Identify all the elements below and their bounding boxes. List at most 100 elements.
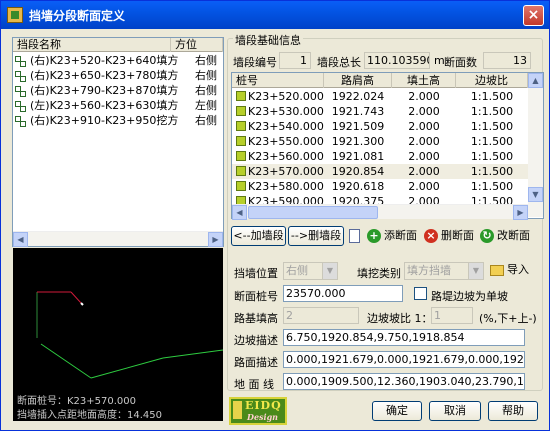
segment-item[interactable]: (右)K23+910-K23+950挖方 右侧 [15,114,221,128]
preview-station-text: 断面桩号：K23+570.000 [17,396,137,407]
segment-name: (右)K23+910-K23+950挖方 [30,114,179,127]
segment-item[interactable]: (右)K23+520-K23+640填方 右侧 [15,54,221,68]
table-cell: 1:1.500 [470,120,514,133]
segment-icon [15,71,26,82]
table-cell: 2.000 [408,180,440,193]
table-row[interactable]: K23+560.000 1921.081 2.000 1:1.500 [232,149,528,164]
row-marker-icon [236,166,246,176]
col-station[interactable]: 桩号 [232,73,324,88]
table-cell: K23+560.000 [248,150,324,163]
dialog-window: 挡墙分段断面定义 × 挡段名称 方位 (右)K23+520-K23+640填方右… [0,0,550,431]
scroll-up-icon[interactable]: ▲ [528,73,543,88]
segment-icon [15,56,26,67]
scroll-right-icon[interactable]: ▶ [513,205,528,220]
ground-line-input[interactable]: 0.000,1909.500,12.360,1903.040,23.790,19… [283,373,525,390]
segment-name: (右)K23+650-K23+780填方 [30,69,179,82]
scroll-right-icon[interactable]: ▶ [208,232,223,247]
table-hscroll[interactable]: ◀ ▶ [232,204,528,220]
table-cell: 1921.300 [331,135,385,148]
help-button[interactable]: 帮助 [488,401,538,421]
logo: EIDQ Design [229,397,287,425]
row-marker-icon [236,181,246,191]
document-icon[interactable] [349,229,360,243]
scroll-left-icon[interactable]: ◀ [232,205,247,220]
row-marker-icon [236,106,246,116]
window-title: 挡墙分段断面定义 [29,8,126,23]
table-cell: 2.000 [408,150,440,163]
col-side[interactable]: 方位 [171,38,223,52]
segment-item[interactable]: (左)K23+560-K23+630填方 左侧 [15,99,221,113]
slope-ratio-input: 1 [431,307,473,324]
table-cell: 1:1.500 [470,180,514,193]
wall-pos-value: 右侧 [286,264,308,277]
segment-side: 左侧 [195,99,217,112]
section-count-field: 13 [483,52,531,69]
ok-button[interactable]: 确定 [372,401,422,421]
station-label: 断面桩号 [234,290,278,303]
road-desc-input[interactable]: 0.000,1921.679,0.000,1921.679,0.000,1921… [283,351,525,368]
row-marker-icon [236,91,246,101]
delete-section-button[interactable]: × 删断面 [424,226,474,246]
table-row[interactable]: K23+580.000 1920.618 2.000 1:1.500 [232,179,528,194]
slope-desc-input[interactable]: 6.750,1920.854,9.750,1918.854 [283,329,525,346]
close-button[interactable]: × [523,5,544,26]
segment-item[interactable]: (右)K23+650-K23+780填方 右侧 [15,69,221,83]
scroll-thumb[interactable] [248,206,378,219]
table-cell: K23+530.000 [248,105,324,118]
table-cell: 1:1.500 [470,165,514,178]
cut-fill-value: 填方挡墙 [407,264,451,277]
logo-subtext: Design [247,412,278,422]
table-row[interactable]: K23+550.000 1921.300 2.000 1:1.500 [232,134,528,149]
single-slope-checkbox[interactable] [414,287,427,300]
table-cell: 1:1.500 [470,105,514,118]
col-shoulder[interactable]: 路肩高 [324,73,392,88]
row-marker-icon [236,151,246,161]
add-section-label: 添断面 [384,229,417,242]
table-row[interactable]: K23+530.000 1921.743 2.000 1:1.500 [232,104,528,119]
segment-item[interactable]: (右)K23+790-K23+870填方 右侧 [15,84,221,98]
col-slope[interactable]: 边坡比 [456,73,528,88]
scroll-down-icon[interactable]: ▼ [528,187,543,202]
total-len-label: 墙段总长 [317,56,361,69]
edit-section-button[interactable]: ↻ 改断面 [480,226,530,246]
segment-icon [15,116,26,127]
scroll-left-icon[interactable]: ◀ [13,232,28,247]
section-count-label: 断面数 [444,56,477,69]
title-bar[interactable]: 挡墙分段断面定义 × [1,1,549,29]
section-table-header: 桩号 路肩高 填土高 边坡比 [232,73,528,88]
col-fill[interactable]: 填土高 [392,73,456,88]
table-cell: 1:1.500 [470,90,514,103]
table-vscroll[interactable]: ▲ ▼ [528,73,543,217]
refresh-icon: ↻ [480,229,494,243]
import-button[interactable]: 导入 [490,260,529,280]
segment-side: 右侧 [195,69,217,82]
table-row[interactable]: K23+520.000 1922.024 2.000 1:1.500 [232,89,528,104]
road-desc-label: 路面描述 [234,356,278,369]
total-len-field: 110.1035903 [364,52,430,69]
delete-section-label: 删断面 [441,229,474,242]
table-row[interactable]: K23+570.000 1920.854 2.000 1:1.500 [232,164,528,179]
station-input[interactable]: 23570.000 [283,285,403,302]
col-segment-name[interactable]: 挡段名称 [13,38,171,52]
table-cell: 1920.854 [331,165,385,178]
segment-side: 右侧 [195,114,217,127]
logo-text: EIDQ [245,399,282,412]
fill-height-input: 2 [283,307,359,324]
segment-list-hscroll[interactable]: ◀ ▶ [13,231,223,247]
delete-segment-button[interactable]: -->删墙段 [288,226,344,246]
folder-icon [490,264,504,276]
add-segment-button[interactable]: <--加墙段 [231,226,286,246]
row-marker-icon [236,136,246,146]
table-cell: K23+550.000 [248,135,324,148]
segment-list-header: 挡段名称 方位 [13,38,223,52]
table-cell: 2.000 [408,120,440,133]
table-cell: 2.000 [408,105,440,118]
section-preview-canvas: 断面桩号：K23+570.000 挡墙插入点距地面高度：14.450 [13,248,223,421]
plus-icon: + [367,229,381,243]
basic-info-title: 墙段基础信息 [233,32,303,48]
table-row[interactable]: K23+540.000 1921.509 2.000 1:1.500 [232,119,528,134]
add-section-button[interactable]: + 添断面 [367,226,417,246]
cut-fill-label: 填挖类别 [357,267,401,280]
chevron-down-icon: ▼ [322,263,337,279]
cancel-button[interactable]: 取消 [429,401,481,421]
